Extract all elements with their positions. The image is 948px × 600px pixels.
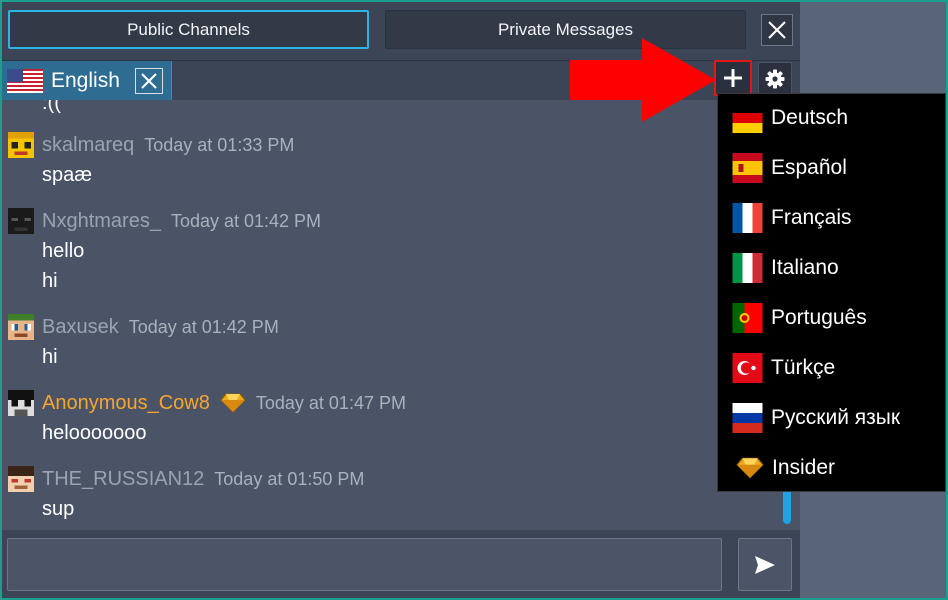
close-icon <box>141 73 157 89</box>
germany-flag-icon <box>732 103 763 133</box>
menu-item-label: Türkçe <box>771 356 836 379</box>
close-icon <box>768 21 786 39</box>
message-text: hello <box>42 240 85 262</box>
message-header: Baxusek Today at 01:42 PM <box>8 313 279 341</box>
france-flag-icon <box>732 203 763 233</box>
menu-item-insider[interactable]: Insider <box>718 444 947 492</box>
timestamp: Today at 01:47 PM <box>255 392 406 413</box>
message-text: :(( <box>42 100 61 114</box>
message-input[interactable] <box>7 538 722 591</box>
menu-item-label: Deutsch <box>771 106 849 129</box>
message-text: spaæ <box>42 164 93 186</box>
tab-private-messages-label: Private Messages <box>497 19 634 39</box>
message-header: THE_RUSSIAN12 Today at 01:50 PM <box>8 465 364 493</box>
avatar <box>8 132 34 158</box>
avatar <box>8 314 34 340</box>
close-channel-button[interactable] <box>135 68 163 94</box>
menu-item-deutsch[interactable]: Deutsch <box>718 94 947 142</box>
spain-flag-icon <box>732 153 763 183</box>
menu-item-label: Italiano <box>771 256 839 279</box>
username[interactable]: Nxghtmares_ <box>42 210 161 233</box>
timestamp: Today at 01:50 PM <box>214 468 365 489</box>
message-text: hi <box>42 270 58 292</box>
menu-item-label: Português <box>771 306 867 329</box>
channel-tab-label: English <box>51 68 120 92</box>
italy-flag-icon <box>732 253 763 283</box>
menu-item-espanol[interactable]: Español <box>718 144 947 192</box>
avatar <box>8 208 34 234</box>
menu-item-italiano[interactable]: Italiano <box>718 244 947 292</box>
username[interactable]: Anonymous_Cow8 <box>42 392 210 415</box>
message-text: sup <box>42 498 75 520</box>
tab-public-channels[interactable]: Public Channels <box>8 10 369 49</box>
composer-bar <box>0 530 800 600</box>
timestamp: Today at 01:42 PM <box>170 210 322 231</box>
gem-icon <box>220 393 246 413</box>
menu-item-francais[interactable]: Français <box>718 194 947 242</box>
message-list: :(( skalmareq Today at 01:33 PM spaæ Nxg… <box>0 100 780 530</box>
portugal-flag-icon <box>732 303 763 333</box>
avatar <box>8 390 34 416</box>
username[interactable]: Baxusek <box>42 316 119 339</box>
menu-item-label: Español <box>771 156 847 179</box>
menu-item-russian[interactable]: Русский язык <box>718 394 947 442</box>
timestamp: Today at 01:33 PM <box>144 134 295 155</box>
menu-item-label: Français <box>771 206 852 229</box>
send-button[interactable] <box>738 538 792 591</box>
plus-icon <box>724 69 742 87</box>
menu-item-turkce[interactable]: Türkçe <box>718 344 947 392</box>
settings-button[interactable] <box>758 62 792 96</box>
send-icon <box>755 555 775 574</box>
message-header: Anonymous_Cow8 Today at 01:47 PM <box>8 389 406 417</box>
message-text: helooooooo <box>42 422 147 444</box>
close-chat-button[interactable] <box>761 14 793 46</box>
language-menu: Deutsch Español Français Italiano Portug… <box>717 93 946 492</box>
add-channel-button[interactable] <box>714 60 752 96</box>
tab-public-channels-label: Public Channels <box>127 19 250 39</box>
gear-icon <box>765 69 785 89</box>
username[interactable]: skalmareq <box>42 134 134 157</box>
channel-tab-english[interactable]: English <box>0 61 172 100</box>
turkey-flag-icon <box>732 353 763 383</box>
menu-item-portugues[interactable]: Português <box>718 294 947 342</box>
message-header: skalmareq Today at 01:33 PM <box>8 131 294 159</box>
gem-icon <box>736 457 764 479</box>
menu-item-label: Русский язык <box>771 406 901 429</box>
menu-item-label: Insider <box>772 456 836 479</box>
message-header: Nxghtmares_ Today at 01:42 PM <box>8 207 321 235</box>
message-text: hi <box>42 346 58 368</box>
timestamp: Today at 01:42 PM <box>128 316 279 337</box>
highlight-arrow <box>570 38 716 122</box>
avatar <box>8 466 34 492</box>
us-flag-icon <box>7 68 43 93</box>
username[interactable]: THE_RUSSIAN12 <box>42 468 204 491</box>
russia-flag-icon <box>732 403 763 433</box>
